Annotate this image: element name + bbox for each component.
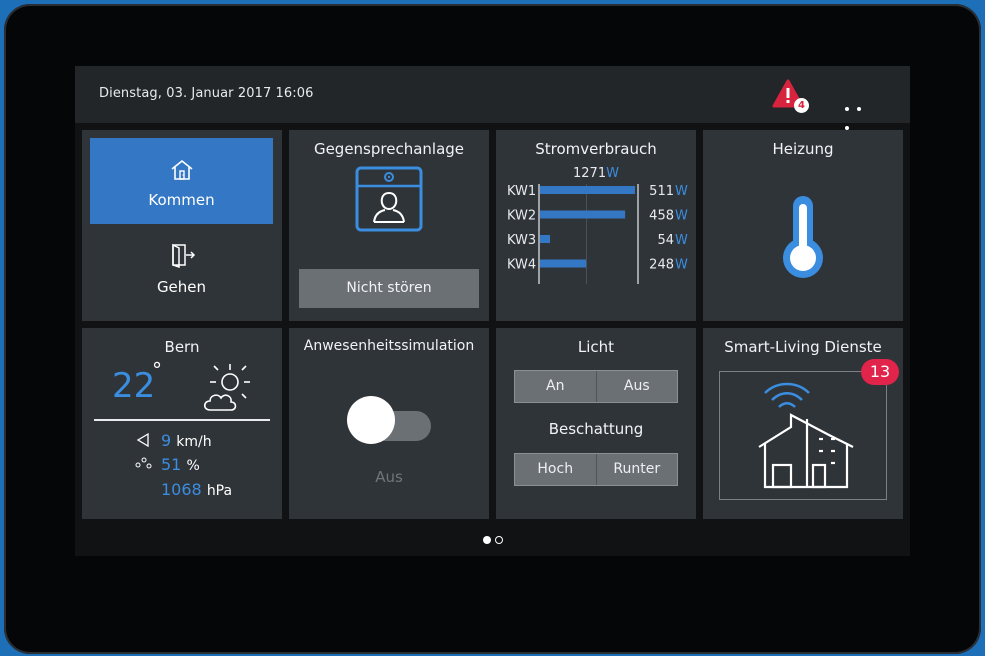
tile-power[interactable]: Stromverbrauch 1271W KW1 511 W KW2 458 W KW3 54… — [496, 130, 696, 321]
power-chart-bar — [540, 235, 551, 243]
power-chart-unit-label: W — [675, 209, 688, 224]
kommen-button[interactable]: Kommen — [90, 138, 273, 224]
pressure-unit: hPa — [206, 483, 233, 499]
light-segmented-control: An Aus — [514, 370, 678, 403]
pressure-readout: 1068 hPa — [161, 480, 232, 499]
droplets-icon — [134, 455, 152, 474]
shading-title: Beschattung — [548, 420, 644, 438]
weather-temperature: 22 ° — [112, 358, 162, 406]
light-title: Licht — [577, 338, 615, 356]
smart-house-wifi-icon — [755, 375, 859, 497]
power-chart-value-label: 458 — [649, 209, 674, 224]
services-title: Smart-Living Dienste — [724, 338, 882, 356]
screen: Dienstag, 03. Januar 2017 16:06 4 Kommen… — [75, 66, 910, 556]
power-chart-bar — [540, 210, 626, 219]
wind-direction-icon — [136, 432, 150, 451]
tile-weather[interactable]: Bern 22 ° 9 km/h 51 % 1068 hPa — [82, 328, 282, 519]
gehen-label: Gehen — [156, 278, 207, 296]
thermometer-icon — [779, 194, 827, 284]
do-not-disturb-button[interactable]: Nicht stören — [299, 269, 479, 308]
power-chart-unit-label: W — [675, 184, 688, 199]
weather-city: Bern — [164, 338, 200, 356]
page-dot-2[interactable] — [495, 536, 503, 544]
power-chart-category-label: KW3 — [507, 233, 536, 248]
humidity-readout: 51 % — [161, 455, 200, 474]
power-chart-value-label: 248 — [649, 258, 674, 273]
power-chart-category-label: KW2 — [507, 209, 536, 224]
tile-intercom[interactable]: Gegensprechanlage Nicht stören — [289, 130, 489, 321]
power-chart-bar — [540, 259, 587, 268]
wind-readout: 9 km/h — [161, 431, 212, 450]
intercom-person-icon — [355, 166, 423, 236]
weather-degree-symbol: ° — [152, 358, 162, 382]
power-chart: KW1 511 WKW2 458 WKW3 54 WKW4 248 W — [507, 184, 688, 284]
tile-heating[interactable]: Heizung — [703, 130, 903, 321]
alert-count-badge: 4 — [794, 98, 809, 113]
tile-light: Licht An Aus Beschattung Hoch Runter — [496, 328, 696, 519]
humidity-unit: % — [186, 458, 200, 474]
wind-value: 9 — [161, 431, 172, 450]
shading-segmented-control: Hoch Runter — [514, 453, 678, 486]
power-chart-unit-label: W — [675, 233, 688, 248]
wind-unit: km/h — [176, 434, 212, 450]
warning-icon[interactable]: 4 — [772, 79, 812, 113]
power-chart-value-label: 511 — [649, 184, 674, 199]
services-badge: 13 — [861, 359, 899, 385]
top-bar: Dienstag, 03. Januar 2017 16:06 4 — [75, 66, 910, 130]
light-off-button[interactable]: Aus — [595, 371, 677, 402]
intercom-title: Gegensprechanlage — [313, 140, 465, 158]
sun-cloud-icon — [200, 360, 256, 420]
door-exit-icon — [169, 242, 197, 272]
simulation-toggle[interactable] — [347, 396, 431, 444]
simulation-state: Aus — [375, 468, 403, 486]
pressure-value: 1068 — [161, 480, 202, 499]
power-chart-bar — [540, 186, 635, 194]
gehen-button[interactable]: Gehen — [90, 228, 273, 314]
humidity-value: 51 — [161, 455, 182, 474]
kommen-label: Kommen — [148, 191, 215, 209]
more-dots-icon[interactable] — [845, 96, 879, 130]
tile-services[interactable]: Smart-Living Dienste 13 — [703, 328, 903, 519]
weather-divider — [94, 419, 270, 421]
power-chart-category-label: KW1 — [507, 184, 536, 199]
shading-up-button[interactable]: Hoch — [515, 454, 596, 485]
power-chart-value-label: 54 — [657, 233, 674, 248]
tile-presence: Kommen Gehen — [82, 130, 282, 321]
house-icon — [169, 158, 195, 186]
heating-title: Heizung — [772, 140, 834, 158]
power-chart-unit-label: W — [675, 258, 688, 273]
tile-simulation: Anwesenheitssimulation Aus — [289, 328, 489, 519]
simulation-title: Anwesenheitssimulation — [303, 338, 475, 354]
page-indicator — [483, 536, 505, 544]
light-on-button[interactable]: An — [515, 371, 596, 402]
page-dot-1[interactable] — [483, 536, 491, 544]
power-chart-category-label: KW4 — [507, 258, 536, 273]
datetime: Dienstag, 03. Januar 2017 16:06 — [99, 86, 314, 101]
shading-down-button[interactable]: Runter — [595, 454, 677, 485]
